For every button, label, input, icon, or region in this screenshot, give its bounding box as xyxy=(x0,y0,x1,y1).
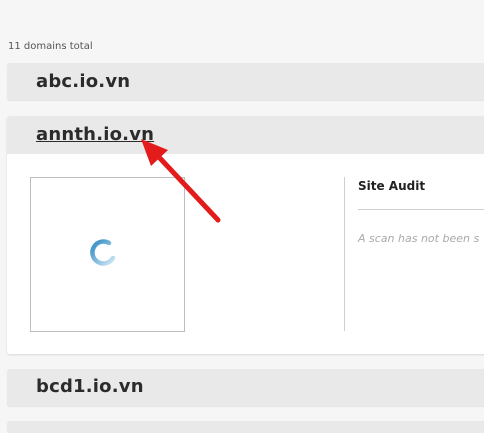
domain-row-abc[interactable]: abc.io.vn xyxy=(7,63,484,100)
domain-row-annth[interactable]: annth.io.vn xyxy=(7,116,484,154)
panel-divider xyxy=(344,177,345,331)
domain-name-abc[interactable]: abc.io.vn xyxy=(36,71,130,92)
site-thumbnail xyxy=(30,177,185,332)
site-audit-divider xyxy=(358,209,484,210)
domain-name-annth[interactable]: annth.io.vn xyxy=(36,124,154,145)
domain-name-bcd1[interactable]: bcd1.io.vn xyxy=(36,376,144,397)
domain-panel-annth: annth.io.vn Site Audit A scan has not be… xyxy=(7,116,484,354)
scan-status-message: A scan has not been s xyxy=(358,232,480,245)
site-audit-title: Site Audit xyxy=(358,179,426,193)
loading-spinner-icon xyxy=(90,239,116,266)
domain-row-bcd1[interactable]: bcd1.io.vn xyxy=(7,369,484,406)
domain-count-label: 11 domains total xyxy=(8,41,93,52)
domain-row-next[interactable] xyxy=(7,421,484,433)
